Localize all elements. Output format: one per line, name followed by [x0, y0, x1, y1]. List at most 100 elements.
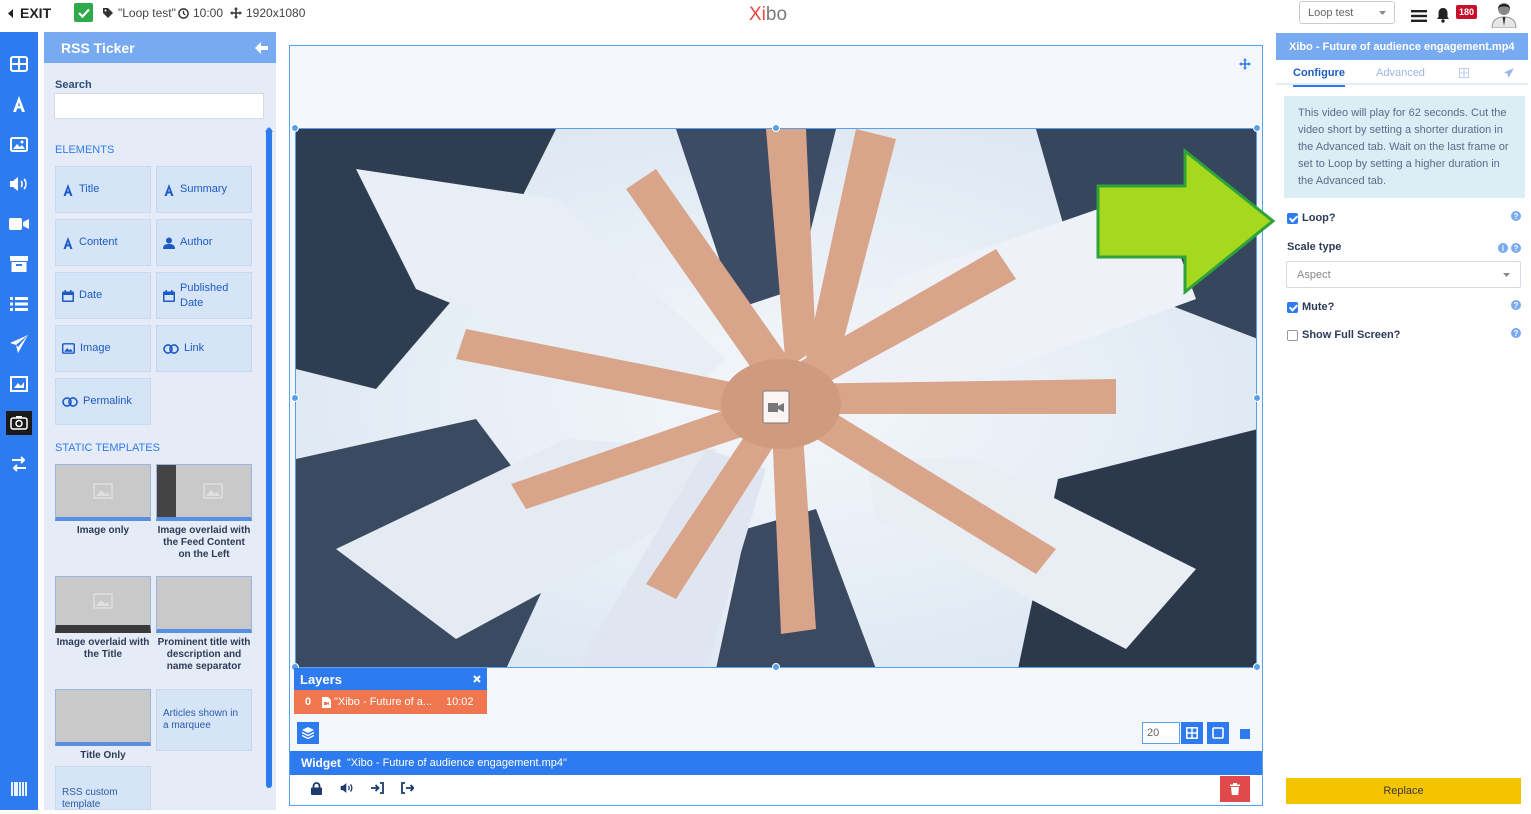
transition-in-icon[interactable] [371, 782, 384, 794]
element-permalink[interactable]: Permalink [55, 378, 151, 425]
archive-icon[interactable] [8, 253, 30, 275]
element-date[interactable]: Date [55, 272, 151, 319]
layout-select-value: Loop test [1308, 6, 1354, 19]
layers-toggle-button[interactable] [297, 722, 319, 744]
notification-badge[interactable]: 180 [1456, 5, 1478, 19]
send-tab-icon[interactable] [1504, 68, 1514, 78]
element-image[interactable]: Image [55, 325, 151, 372]
scale-type-select[interactable]: Aspect [1286, 261, 1521, 288]
scale-type-label: Scale type [1287, 241, 1342, 253]
template-thumbnail [156, 576, 252, 633]
fit-screen-button[interactable] [1207, 722, 1229, 744]
calendar-icon [163, 289, 175, 302]
template-prominent-title[interactable]: Prominent title with description and nam… [156, 576, 252, 673]
template-image-only[interactable]: Image only [55, 464, 151, 537]
mute-checkbox-row[interactable]: Mute? [1287, 301, 1334, 313]
resize-handle[interactable] [291, 124, 299, 132]
template-thumbnail [55, 464, 151, 521]
lock-icon[interactable] [311, 782, 322, 795]
fullscreen-checkbox-row[interactable]: Show Full Screen? [1287, 329, 1400, 341]
element-title[interactable]: Title [55, 166, 151, 213]
element-author[interactable]: Author [156, 219, 252, 266]
element-published-date-label: Published Date [180, 281, 229, 309]
element-summary[interactable]: Summary [156, 166, 252, 213]
search-input[interactable] [54, 93, 264, 119]
template-text-card: Articles shown in a marquee [156, 689, 252, 751]
element-published-date[interactable]: Published Date [156, 272, 252, 319]
template-name: Image only [76, 525, 130, 536]
element-content[interactable]: Content [55, 219, 151, 266]
widget-toolbar [290, 775, 1262, 805]
video-icon[interactable] [8, 213, 30, 235]
menu-icon[interactable] [1411, 3, 1427, 29]
audio-icon[interactable] [340, 782, 354, 794]
fullscreen-checkbox[interactable] [1287, 329, 1298, 341]
template-text-card: RSS custom template [55, 766, 151, 810]
list-icon[interactable] [8, 293, 30, 315]
resize-handle[interactable] [1253, 124, 1261, 132]
toolbox-scrollbar[interactable] [266, 128, 272, 788]
grid-tab-icon[interactable] [1459, 68, 1469, 78]
resize-handle[interactable] [772, 124, 780, 132]
arrow-left-icon[interactable] [255, 41, 268, 54]
layout-name[interactable]: "Loop test" [102, 0, 176, 26]
bell-icon[interactable] [1436, 2, 1450, 28]
scale-type-label-row: Scale type [1287, 241, 1341, 253]
template-rss-custom[interactable]: RSS custom template [55, 766, 151, 810]
info-icon[interactable]: i [1498, 243, 1508, 253]
video-file-icon [322, 696, 331, 708]
template-articles-marquee[interactable]: Articles shown in a marquee [156, 689, 252, 751]
transition-out-icon[interactable] [401, 782, 414, 794]
user-avatar[interactable] [1489, 0, 1521, 28]
layout-name-text: "Loop test" [118, 6, 176, 20]
send-icon[interactable] [8, 333, 30, 355]
template-image-overlaid-left[interactable]: Image overlaid with the Feed Content on … [156, 464, 252, 561]
loop-checkbox-row[interactable]: Loop? [1287, 212, 1336, 224]
tab-configure[interactable]: Configure [1293, 67, 1345, 87]
move-arrows-icon[interactable] [1239, 58, 1251, 70]
text-icon [63, 236, 73, 249]
layout-select[interactable]: Loop test [1299, 1, 1395, 24]
region-icon[interactable] [8, 373, 30, 395]
template-image-overlaid-title[interactable]: Image overlaid with the Title [55, 576, 151, 661]
layers-icon [302, 727, 314, 739]
mute-checkbox[interactable] [1287, 301, 1298, 313]
text-icon[interactable] [8, 93, 30, 115]
audio-icon[interactable] [8, 173, 30, 195]
square-icon[interactable] [1240, 729, 1250, 739]
tab-advanced[interactable]: Advanced [1376, 67, 1425, 79]
layer-row[interactable]: 0 "Xibo - Future of a... 10:02 [294, 690, 487, 714]
close-icon[interactable] [473, 675, 481, 683]
help-icon[interactable]: ? [1511, 243, 1521, 253]
delete-button[interactable] [1220, 776, 1250, 802]
grid-toggle-button[interactable] [1181, 722, 1203, 744]
template-title-only[interactable]: Title Only [55, 689, 151, 762]
widget-label: Widget [301, 756, 341, 770]
help-icon[interactable]: ? [1511, 328, 1521, 338]
element-title-label: Title [79, 183, 100, 195]
resize-handle[interactable] [291, 394, 299, 402]
resize-handle[interactable] [1253, 394, 1261, 402]
elements-heading: ELEMENTS [55, 144, 115, 156]
layout-duration-text: 10:00 [193, 6, 224, 20]
publish-check-icon[interactable] [74, 3, 93, 22]
zoom-input[interactable]: 20 [1142, 722, 1180, 744]
replace-button[interactable]: Replace [1286, 778, 1521, 804]
resize-handle[interactable] [772, 663, 780, 671]
image-icon[interactable] [8, 133, 30, 155]
layout-grid-icon[interactable] [8, 53, 30, 75]
layout-resolution: 1920x1080 [230, 0, 305, 26]
square-outline-icon [1212, 727, 1224, 739]
pexels-icon[interactable] [6, 411, 32, 435]
swap-arrows-icon[interactable] [8, 453, 30, 475]
resize-handle[interactable] [1253, 663, 1261, 671]
barcode-icon[interactable] [8, 778, 30, 800]
loop-checkbox[interactable] [1287, 212, 1298, 224]
element-link[interactable]: Link [156, 325, 252, 372]
properties-title: Xibo - Future of audience engagement.mp4 [1276, 33, 1528, 60]
help-icon[interactable]: ? [1511, 300, 1521, 310]
layers-header: Layers [294, 668, 487, 690]
layer-duration: 10:02 [446, 696, 474, 708]
help-icon[interactable]: ? [1511, 211, 1521, 221]
exit-button[interactable]: EXIT [8, 0, 51, 26]
